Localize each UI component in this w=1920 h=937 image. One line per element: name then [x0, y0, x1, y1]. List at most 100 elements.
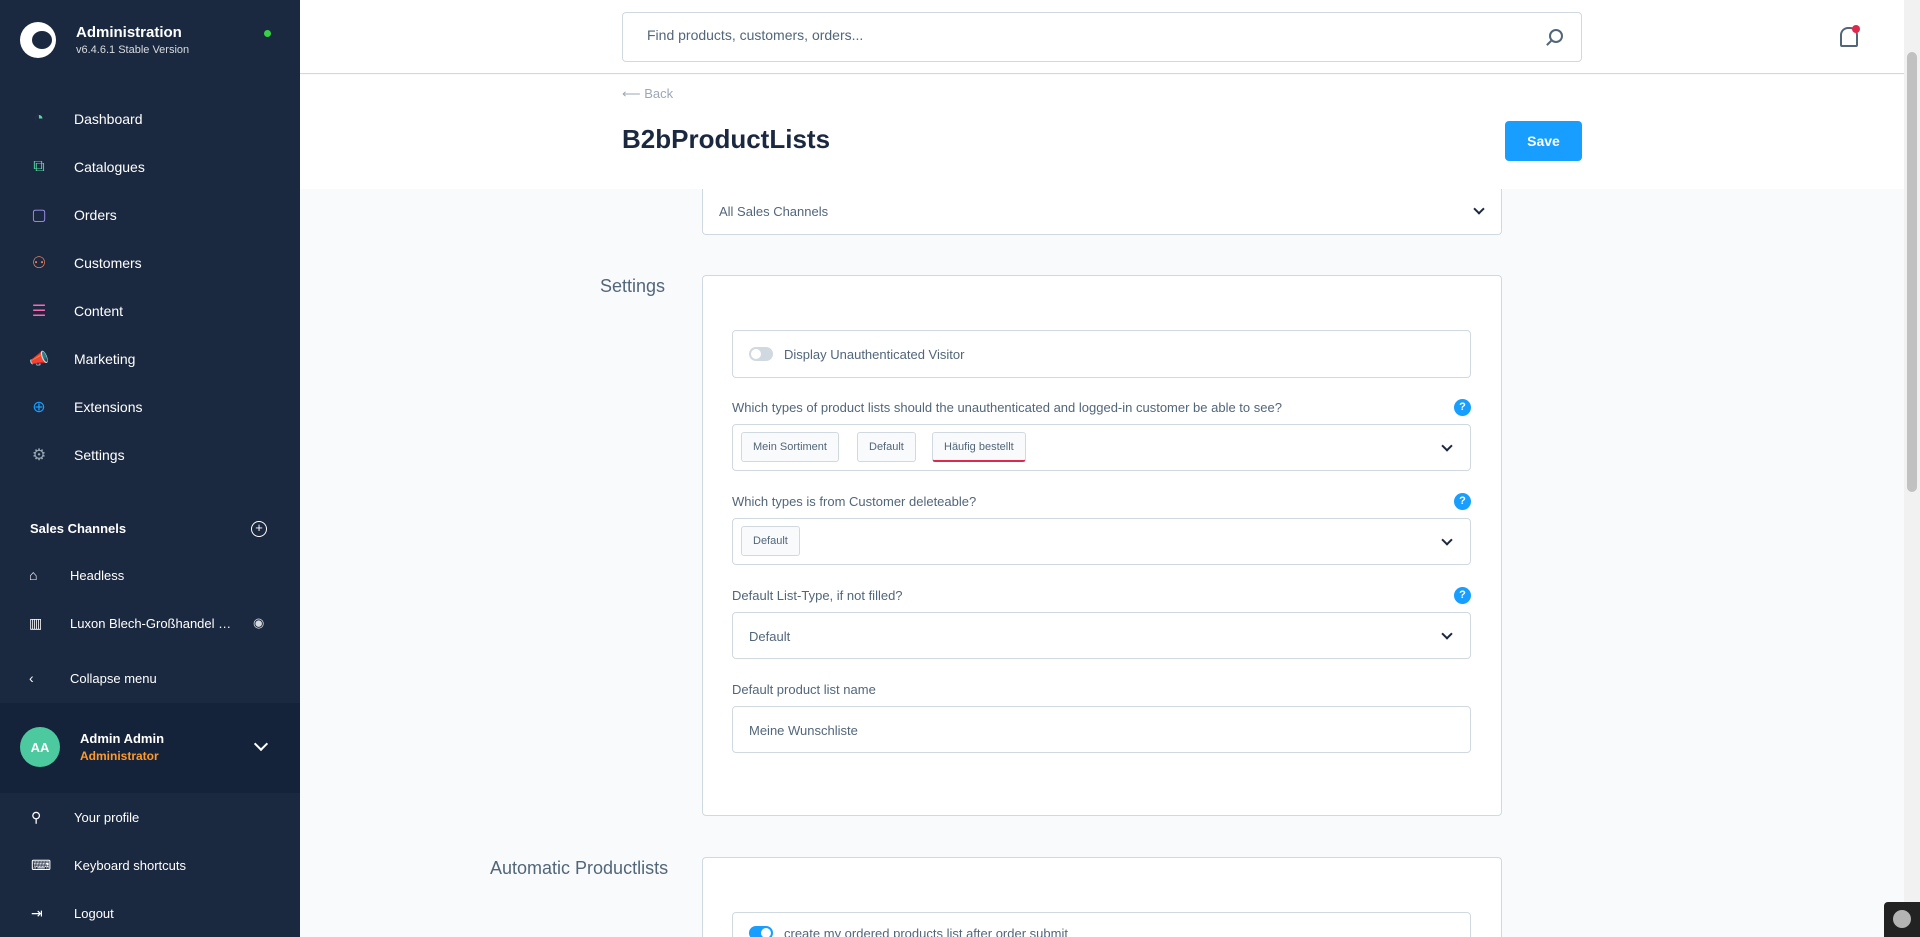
user-box[interactable]: AA Admin Admin Administrator: [0, 703, 300, 793]
nav-item-content[interactable]: ☰ Content: [0, 291, 300, 331]
nav-item-orders[interactable]: ▢ Orders: [0, 195, 300, 235]
page-head: [300, 75, 1904, 189]
eye-icon[interactable]: ◉: [253, 615, 264, 631]
arrow-left-icon: ⟵: [622, 86, 645, 101]
list-types-multiselect[interactable]: Mein Sortiment Default Häufig bestellt: [732, 424, 1471, 471]
menu-label: Keyboard shortcuts: [74, 857, 187, 873]
nav-item-settings[interactable]: ⚙ Settings: [0, 435, 300, 475]
content-icon: ☰: [31, 303, 47, 320]
default-name-label: Default product list name: [732, 682, 876, 697]
user-role: Administrator: [80, 749, 159, 763]
app-version: v6.4.6.1 Stable Version: [76, 44, 190, 56]
logout-link[interactable]: ⇥ Logout: [0, 893, 300, 933]
shopware-logo-icon: [20, 22, 56, 58]
nav-label: Catalogues: [74, 159, 145, 175]
default-name-input[interactable]: Meine Wunschliste: [732, 706, 1471, 753]
menu-label: Logout: [74, 905, 114, 921]
settings-section-title: Settings: [600, 276, 666, 296]
sales-channels-title: Sales Channels: [30, 521, 127, 536]
avatar: AA: [20, 727, 60, 767]
storefront-icon: ▥: [29, 614, 43, 631]
status-dot-icon: [264, 30, 271, 37]
keyboard-icon: ⌨: [31, 856, 52, 873]
collapse-icon: ‹: [29, 670, 34, 686]
tag-default[interactable]: Default: [741, 526, 800, 556]
list-types-label: Which types of product lists should the …: [732, 400, 1282, 415]
chevron-down-icon: [1441, 628, 1453, 640]
nav-item-extensions[interactable]: ⊕ Extensions: [0, 387, 300, 427]
nav-item-dashboard[interactable]: ◔ Dashboard: [0, 99, 300, 139]
sales-channel-item-luxon[interactable]: ▥ Luxon Blech-Großhandel GmbH ◉: [0, 605, 300, 641]
chevron-down-icon[interactable]: [253, 736, 269, 752]
search-input[interactable]: [647, 27, 1507, 43]
default-name-value: Meine Wunschliste: [749, 723, 858, 738]
keyboard-shortcuts-link[interactable]: ⌨ Keyboard shortcuts: [0, 845, 300, 885]
collapse-menu-button[interactable]: ‹ Collapse menu: [0, 660, 300, 696]
chevron-down-icon: [1473, 203, 1485, 215]
basket-icon: ⌂: [29, 567, 38, 583]
extensions-icon: ⊕: [32, 399, 46, 416]
settings-icon: ⚙: [31, 447, 47, 464]
display-unauthenticated-field: Display Unauthenticated Visitor: [732, 330, 1471, 378]
back-label: Back: [644, 86, 674, 101]
save-button[interactable]: Save: [1505, 121, 1582, 161]
collapse-menu-label: Collapse menu: [70, 670, 157, 686]
nav-item-catalogues[interactable]: ⧉ Catalogues: [0, 147, 300, 187]
logout-icon: ⇥: [31, 904, 43, 921]
page-title: B2bProductLists: [622, 124, 831, 154]
profile-icon: ⚲: [31, 808, 42, 825]
automatic-section-title: Automatic Productlists: [490, 858, 669, 878]
catalogue-icon: ⧉: [33, 158, 45, 175]
deletable-multiselect[interactable]: Default: [732, 518, 1471, 565]
add-sales-channel-icon[interactable]: +: [251, 521, 267, 537]
scrollbar-thumb[interactable]: [1907, 52, 1917, 492]
help-icon[interactable]: ?: [1454, 587, 1471, 604]
symfony-toolbar-icon[interactable]: [1884, 902, 1920, 937]
page-scrollbar[interactable]: [1904, 0, 1920, 937]
sales-channel-label: Headless: [70, 567, 125, 583]
deletable-label: Which types is from Customer deleteable?: [732, 494, 977, 509]
nav-label: Marketing: [74, 351, 136, 367]
nav-label: Customers: [74, 255, 142, 271]
notification-badge: [1852, 25, 1860, 33]
customers-icon: ⚇: [31, 255, 47, 272]
top-bar: [300, 0, 1904, 74]
app-title: Administration: [76, 24, 182, 41]
tag-haeufig-bestellt[interactable]: Häufig bestellt: [932, 432, 1026, 462]
sales-channel-value: All Sales Channels: [719, 204, 829, 219]
brand[interactable]: Administration v6.4.6.1 Stable Version: [20, 22, 189, 58]
back-link[interactable]: ⟵ Back: [622, 86, 673, 102]
chevron-down-icon: [1441, 534, 1453, 546]
nav-item-customers[interactable]: ⚇ Customers: [0, 243, 300, 283]
default-type-value: Default: [749, 629, 791, 644]
tag-default[interactable]: Default: [857, 432, 916, 462]
sales-channel-item-headless[interactable]: ⌂ Headless: [0, 557, 300, 593]
create-ordered-list-toggle[interactable]: [749, 926, 773, 937]
nav-item-marketing[interactable]: 📣 Marketing: [0, 339, 300, 379]
global-search[interactable]: [622, 12, 1582, 62]
help-icon[interactable]: ?: [1454, 493, 1471, 510]
nav-label: Settings: [74, 447, 125, 463]
menu-label: Your profile: [74, 809, 140, 825]
default-type-select[interactable]: Default: [732, 612, 1471, 659]
display-unauthenticated-toggle[interactable]: [749, 347, 773, 361]
create-ordered-list-field: create my ordered products list after or…: [732, 912, 1471, 937]
admin-sidebar: Administration v6.4.6.1 Stable Version ◔…: [0, 0, 300, 937]
sales-channel-label: Luxon Blech-Großhandel GmbH: [70, 615, 235, 631]
orders-icon: ▢: [31, 207, 47, 224]
toggle-label: create my ordered products list after or…: [784, 926, 1068, 937]
user-name: Admin Admin: [80, 731, 165, 746]
your-profile-link[interactable]: ⚲ Your profile: [0, 797, 300, 837]
nav-label: Extensions: [74, 399, 143, 415]
chevron-down-icon: [1441, 440, 1453, 452]
marketing-icon: 📣: [29, 351, 49, 368]
tag-mein-sortiment[interactable]: Mein Sortiment: [741, 432, 839, 462]
sales-channel-select[interactable]: All Sales Channels: [702, 189, 1502, 235]
search-icon[interactable]: [1549, 29, 1563, 43]
toggle-label: Display Unauthenticated Visitor: [784, 347, 965, 362]
nav-label: Content: [74, 303, 124, 319]
nav-label: Orders: [74, 207, 117, 223]
dashboard-icon: ◔: [34, 110, 44, 127]
nav-label: Dashboard: [74, 111, 143, 127]
help-icon[interactable]: ?: [1454, 399, 1471, 416]
